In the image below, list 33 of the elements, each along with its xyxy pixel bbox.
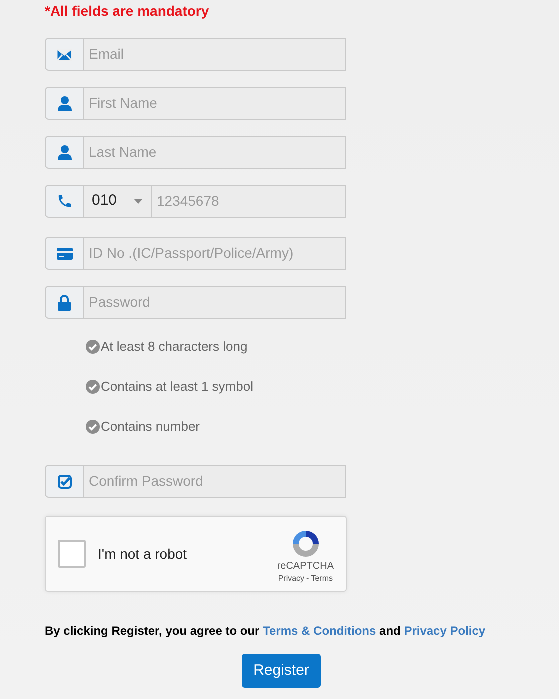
input-field[interactable]: Confirm Password [84, 465, 346, 498]
password-rule: At least 8 characters long [101, 338, 248, 356]
password-rule: Contains number [101, 418, 200, 436]
privacy-link[interactable]: Privacy Policy [404, 624, 486, 638]
area-code-select[interactable]: 010 [84, 185, 152, 218]
captcha-brand: reCAPTCHA [277, 560, 334, 574]
mandatory-notice: *All fields are mandatory [45, 3, 210, 19]
lock-icon [58, 294, 71, 310]
check-circle-icon [86, 340, 100, 354]
captcha-label: I'm not a robot [98, 544, 188, 564]
card-icon [56, 248, 72, 260]
input-field[interactable]: ID No .(IC/Passport/Police/Army) [84, 237, 346, 270]
person-icon [58, 96, 72, 111]
check-circle-icon [86, 380, 100, 394]
input-field[interactable]: Last Name [84, 136, 346, 169]
phone-icon [57, 194, 72, 209]
input-field[interactable]: Password [84, 286, 346, 319]
input-field[interactable]: Email [84, 38, 346, 71]
privacy-link[interactable]: Privacy [278, 574, 305, 584]
agreement-text: By clicking Register, you agree to our Terms & Conditions and Privacy Policy [45, 623, 486, 640]
separator: - [306, 574, 310, 584]
check-circle-icon [86, 420, 100, 434]
caret-icon [134, 199, 143, 204]
checkbox[interactable] [58, 540, 86, 568]
register-button[interactable]: Register [242, 654, 321, 688]
envelope-icon [57, 48, 72, 60]
checked-box-icon [58, 474, 72, 488]
input-field[interactable]: First Name [84, 87, 346, 120]
input-field[interactable]: 12345678 [152, 185, 346, 218]
terms-link[interactable]: Terms [311, 574, 333, 584]
person-icon [58, 145, 72, 160]
password-rule: Contains at least 1 symbol [101, 378, 254, 396]
terms-link[interactable]: Terms & Conditions [263, 624, 376, 638]
